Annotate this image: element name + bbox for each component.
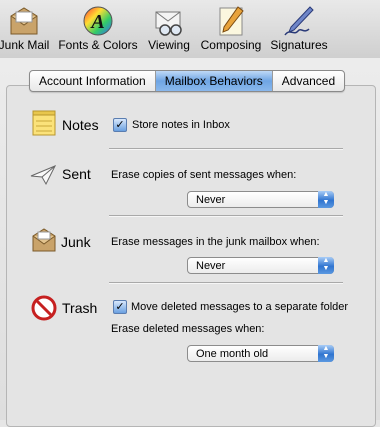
trash-erase-popup[interactable]: One month old ▲ ▼ <box>187 345 334 362</box>
section-divider <box>109 148 343 150</box>
sent-erase-value: Never <box>196 194 226 206</box>
toolbar-label: Junk Mail <box>0 38 50 52</box>
toolbar-label: Viewing <box>148 38 190 52</box>
popup-arrows-icon: ▲ ▼ <box>318 191 334 208</box>
trash-erase-prompt: Erase deleted messages when: <box>111 323 265 335</box>
tab-bar: Account Information Mailbox Behaviors Ad… <box>29 70 346 92</box>
junk-erase-value: Never <box>196 260 226 272</box>
sent-erase-popup[interactable]: Never ▲ ▼ <box>187 191 334 208</box>
section-divider <box>109 215 343 217</box>
junk-title: Junk <box>61 234 91 250</box>
sent-icon <box>30 165 56 186</box>
tab-mailbox-behaviors[interactable]: Mailbox Behaviors <box>155 71 273 91</box>
tab-content-box <box>6 85 376 427</box>
junk-erase-popup[interactable]: Never ▲ ▼ <box>187 257 334 274</box>
notes-icon <box>32 110 56 136</box>
notes-title: Notes <box>62 117 99 133</box>
svg-text:A: A <box>89 11 104 33</box>
trash-icon <box>31 295 57 321</box>
tab-advanced[interactable]: Advanced <box>273 71 344 91</box>
toolbar-item-composing[interactable]: Composing <box>199 0 263 56</box>
store-notes-label: Store notes in Inbox <box>132 119 230 131</box>
preferences-pane: Account Information Mailbox Behaviors Ad… <box>0 58 380 427</box>
sent-title: Sent <box>62 166 91 182</box>
toolbar-item-fonts-colors[interactable]: A Fonts & Colors <box>58 0 138 56</box>
trash-erase-value: One month old <box>196 348 269 360</box>
store-notes-checkbox[interactable]: ✓ <box>113 118 127 132</box>
signatures-icon <box>284 6 314 36</box>
popup-arrows-icon: ▲ ▼ <box>318 257 334 274</box>
popup-arrows-icon: ▲ ▼ <box>318 345 334 362</box>
toolbar-item-signatures[interactable]: Signatures <box>267 0 331 56</box>
move-deleted-checkbox[interactable]: ✓ <box>113 300 127 314</box>
junk-icon <box>32 228 56 252</box>
trash-title: Trash <box>62 300 98 316</box>
section-divider <box>109 282 343 284</box>
toolbar-label: Composing <box>200 38 262 52</box>
move-deleted-label: Move deleted messages to a separate fold… <box>131 301 349 313</box>
junk-mail-icon <box>10 7 38 35</box>
toolbar-item-viewing[interactable]: Viewing <box>141 0 197 56</box>
composing-icon <box>219 6 244 36</box>
fonts-colors-icon: A <box>83 6 113 36</box>
preferences-toolbar: Junk Mail A Fonts & Colors Viewing Compo… <box>0 0 380 59</box>
viewing-icon <box>155 11 182 36</box>
toolbar-label: Fonts & Colors <box>58 38 138 52</box>
junk-erase-prompt: Erase messages in the junk mailbox when: <box>111 236 320 248</box>
tab-account-information[interactable]: Account Information <box>30 71 156 91</box>
sent-erase-prompt: Erase copies of sent messages when: <box>111 169 297 181</box>
toolbar-label: Signatures <box>270 38 328 52</box>
toolbar-item-junk-mail[interactable]: Junk Mail <box>0 0 54 56</box>
